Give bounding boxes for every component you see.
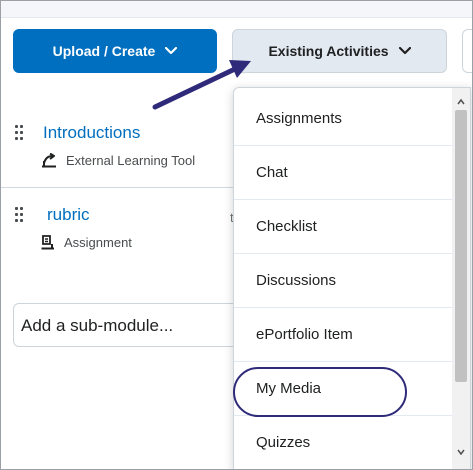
module-item-type: External Learning Tool	[41, 153, 195, 168]
menu-item-discussions[interactable]: Discussions	[234, 254, 452, 308]
module-item[interactable]: rubric Assignment	[1, 201, 237, 269]
module-item[interactable]: Introductions External Learning Tool	[1, 119, 237, 188]
upload-create-label: Upload / Create	[52, 43, 156, 59]
module-item-title[interactable]: Introductions	[43, 123, 140, 143]
existing-activities-dropdown[interactable]: Assignments Chat Checklist Discussions e…	[233, 87, 471, 469]
menu-item-checklist[interactable]: Checklist	[234, 200, 452, 254]
module-item-title[interactable]: rubric	[47, 205, 90, 225]
more-button[interactable]	[462, 29, 472, 73]
drag-handle-icon[interactable]	[15, 125, 23, 141]
chevron-down-icon	[398, 47, 411, 55]
menu-item-my-media[interactable]: My Media	[234, 362, 452, 416]
chevron-down-icon	[165, 47, 178, 55]
existing-activities-label: Existing Activities	[268, 43, 389, 59]
module-item-type-label: External Learning Tool	[66, 153, 196, 168]
module-item-type: Assignment	[41, 235, 132, 250]
top-strip	[1, 1, 472, 18]
menu-item-quizzes[interactable]: Quizzes	[234, 416, 452, 469]
menu-item-assignments[interactable]: Assignments	[234, 92, 452, 146]
module-item-type-label: Assignment	[64, 235, 132, 250]
dropdown-scrollbar[interactable]	[452, 88, 470, 469]
external-tool-icon	[42, 153, 56, 168]
menu-item-eportfolio-item[interactable]: ePortfolio Item	[234, 308, 452, 362]
menu-item-chat[interactable]: Chat	[234, 146, 452, 200]
content-frame: Upload / Create Existing Activities Intr…	[0, 0, 473, 470]
scroll-up-icon[interactable]	[456, 94, 466, 105]
scroll-down-icon[interactable]	[456, 444, 466, 456]
existing-activities-button[interactable]: Existing Activities	[232, 29, 447, 73]
add-sub-module-input[interactable]: Add a sub-module...	[13, 303, 237, 347]
scroll-thumb[interactable]	[455, 110, 467, 382]
assignment-icon	[41, 235, 54, 250]
annotation-arrow-icon	[152, 60, 251, 110]
drag-handle-icon[interactable]	[15, 207, 23, 223]
